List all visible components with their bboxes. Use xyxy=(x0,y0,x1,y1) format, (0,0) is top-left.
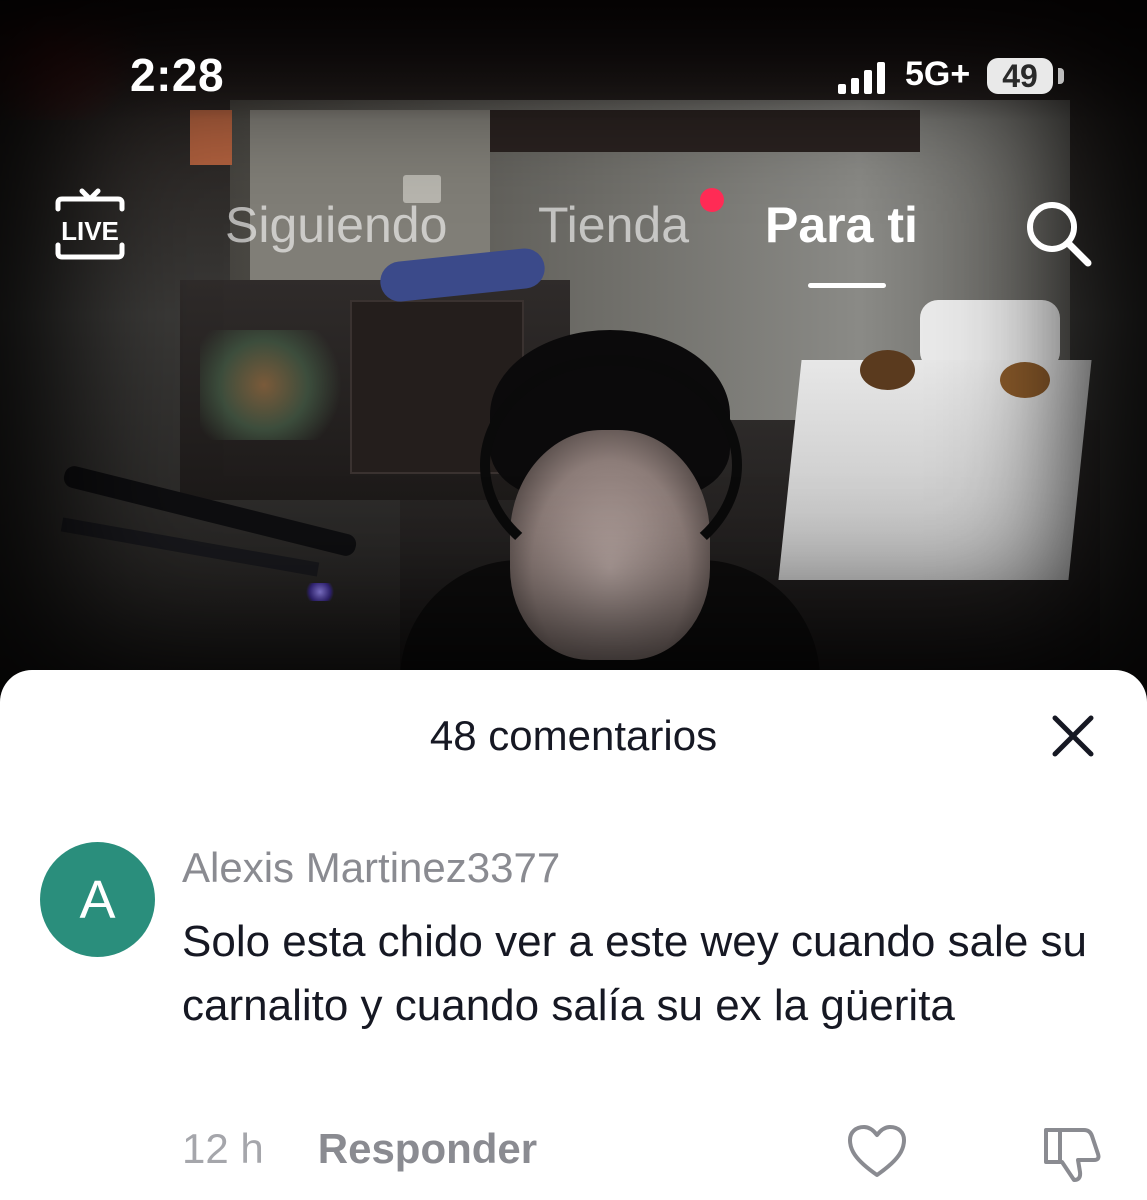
tab-para-ti[interactable]: Para ti xyxy=(765,196,918,254)
comment-username[interactable]: Alexis Martinez3377 xyxy=(182,844,560,892)
thumbs-down-icon[interactable] xyxy=(1040,1122,1102,1184)
active-tab-indicator xyxy=(808,283,886,288)
search-icon[interactable] xyxy=(1020,195,1096,271)
tab-tienda[interactable]: Tienda xyxy=(538,196,689,254)
tab-siguiendo[interactable]: Siguiendo xyxy=(225,196,447,254)
comments-sheet: 48 comentarios A Alexis Martinez3377 Sol… xyxy=(0,670,1147,1200)
live-tv-icon[interactable]: LIVE xyxy=(50,185,130,265)
live-label: LIVE xyxy=(61,216,119,246)
cellular-signal-icon xyxy=(838,60,885,94)
reply-button[interactable]: Responder xyxy=(318,1125,537,1173)
battery-level: 49 xyxy=(1002,58,1038,94)
comment-meta: 12 h Responder xyxy=(182,1125,537,1173)
video-player[interactable] xyxy=(0,0,1147,700)
comments-count-title: 48 comentarios xyxy=(429,712,718,759)
status-time: 2:28 xyxy=(130,49,225,101)
battery-tip xyxy=(1058,68,1064,84)
close-icon[interactable] xyxy=(1045,708,1101,764)
video-vignette xyxy=(0,0,1147,700)
comment-text: Solo esta chido ver a este wey cuando sa… xyxy=(182,917,1087,1030)
network-type: 5G+ xyxy=(905,55,971,93)
notification-dot xyxy=(700,188,724,212)
comment-time: 12 h xyxy=(182,1125,264,1172)
battery-icon: 49 xyxy=(987,58,1053,94)
heart-icon[interactable] xyxy=(846,1123,908,1179)
avatar[interactable]: A xyxy=(40,842,155,957)
